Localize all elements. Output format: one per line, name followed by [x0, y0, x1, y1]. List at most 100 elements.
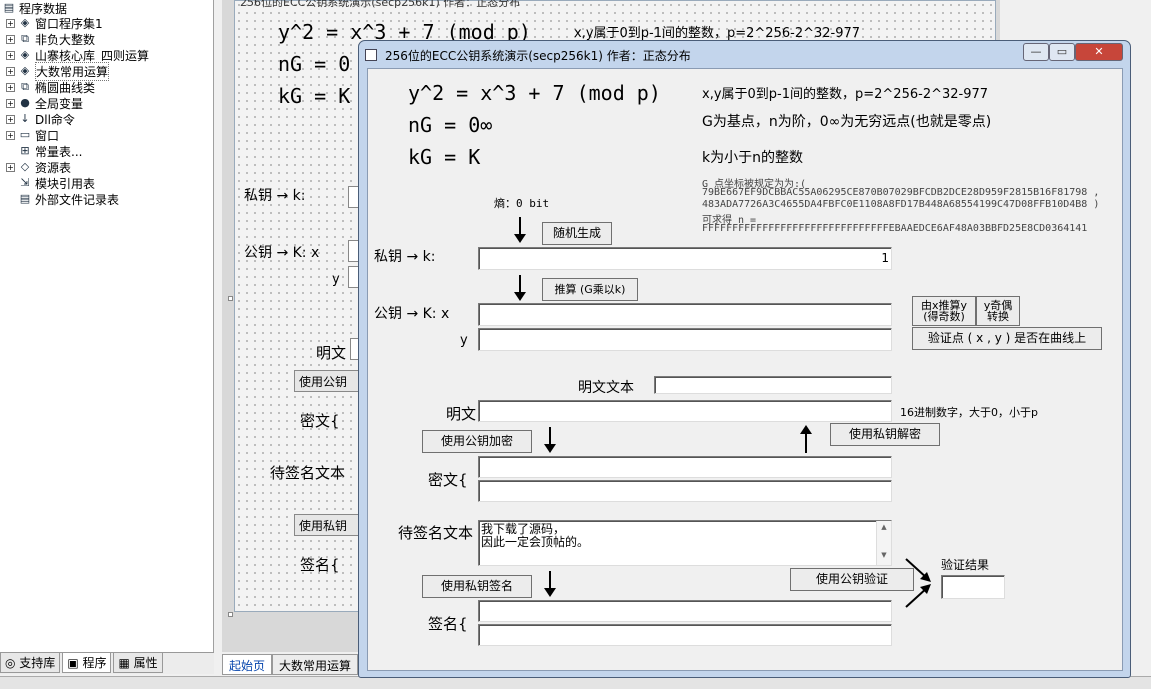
expand-icon[interactable]: + — [6, 98, 15, 108]
sign-button[interactable]: 使用私钥签名 — [422, 575, 532, 598]
plain-hex-input[interactable] — [478, 400, 892, 422]
designer-y-label: y — [332, 272, 340, 287]
tab-program[interactable]: ▣ 程序 — [62, 653, 112, 673]
random-generate-button[interactable]: 随机生成 — [542, 222, 612, 245]
tab-support-library[interactable]: ◎ 支持库 — [0, 653, 61, 673]
expand-icon[interactable]: + — [6, 66, 15, 76]
maximize-icon: ▭ — [1056, 45, 1068, 58]
designer-form-title: 256位的ECC公钥系统演示(secp256k1) 作者：正态分布 — [240, 0, 521, 9]
window-titlebar[interactable]: 256位的ECC公钥系统演示(secp256k1) 作者：正态分布 — [365, 45, 865, 65]
reference-icon: ⇲ — [20, 176, 30, 189]
equation-order: nG = 0∞ — [408, 113, 493, 137]
derive-pubkey-button[interactable]: 推算 (G乘以k) — [542, 278, 638, 301]
expand-icon[interactable]: + — [6, 50, 15, 60]
expand-icon[interactable]: + — [6, 34, 15, 44]
close-icon: ✕ — [1094, 45, 1104, 58]
note-k: k为小于n的整数 — [702, 150, 803, 166]
cipher-label: 密文{ — [428, 471, 468, 489]
window-title: 256位的ECC公钥系统演示(secp256k1) 作者：正态分布 — [385, 48, 691, 63]
minimize-button[interactable]: — — [1023, 43, 1049, 61]
module-icon: ◈ — [20, 64, 30, 77]
close-button[interactable]: ✕ — [1075, 43, 1123, 61]
plaintext-label: 明文文本 — [578, 380, 634, 396]
tab-bignum-ops[interactable]: 大数常用运算 — [272, 654, 359, 675]
expand-icon[interactable]: + — [6, 82, 15, 92]
down-arrow-icon — [514, 275, 526, 301]
note-field: x,y属于0到p-1间的整数，p=2^256-2^32-977 — [702, 87, 989, 102]
n-value: FFFFFFFFFFFFFFFFFFFFFFFFFFFFFFFEBAAEDCE6… — [702, 223, 1088, 234]
sign-text-area[interactable]: 我下载了源码， 因此一定会顶帖的。 — [478, 520, 892, 566]
tab-start-page[interactable]: 起始页 — [222, 654, 273, 675]
class-icon: ⧉ — [21, 32, 29, 45]
class-icon: ⧉ — [21, 80, 29, 93]
left-panel-tabs: ◎ 支持库 ▣ 程序 ▦ 属性 — [0, 652, 214, 674]
sign-text-scrollbar[interactable]: ▲ ▼ — [876, 521, 891, 565]
designer-plain-label: 明文 — [316, 344, 347, 362]
ecc-demo-window: 256位的ECC公钥系统演示(secp256k1) 作者：正态分布 — ▭ ✕ … — [358, 40, 1131, 678]
tree-item[interactable]: + ↓ Dll命令 — [6, 111, 75, 127]
tree-item[interactable]: + ◈ 大数常用运算 — [6, 61, 110, 81]
program-icon: ▣ — [67, 655, 83, 670]
tree-item[interactable]: + ● 全局变量 — [6, 95, 83, 111]
tree-item[interactable]: ▤ 外部文件记录表 — [6, 191, 119, 207]
designer-cipher-label: 密文{ — [300, 412, 340, 430]
equation-curve: y^2 = x^3 + 7 (mod p) — [408, 81, 661, 105]
decrypt-button[interactable]: 使用私钥解密 — [830, 423, 940, 446]
maximize-button[interactable]: ▭ — [1049, 43, 1075, 61]
pubkey-y-input[interactable] — [478, 328, 892, 351]
project-tree[interactable]: ▤ 程序数据 + ◈ 窗口程序集1 + ⧉ 非负大整数 + ◈ 山寨核心库_四则运算 + ◈ 大数… — [0, 0, 214, 652]
module-icon: ◈ — [20, 48, 30, 61]
tree-item[interactable]: + ▭ 窗口 — [6, 127, 59, 143]
down-arrow-icon — [544, 571, 556, 597]
tab-properties[interactable]: ▦ 属性 — [113, 653, 163, 673]
tree-item[interactable]: + ◈ 窗口程序集1 — [6, 15, 103, 31]
privkey-label: 私钥 → k: — [374, 249, 436, 265]
plain-hex-label: 明文 — [446, 405, 477, 423]
designer-eq1-note: x,y属于0到p-1间的整数，p=2^256-2^32-977 — [574, 26, 861, 41]
down-arrow-icon — [514, 217, 526, 243]
signature-input-2[interactable] — [478, 624, 892, 646]
signature-label: 签名{ — [428, 615, 468, 633]
tree-item[interactable]: + ⧉ 非负大整数 — [6, 31, 95, 47]
y-parity-button[interactable]: y奇偶 转换 — [976, 296, 1020, 326]
verify-result-field — [941, 575, 1005, 599]
pubkey-x-input[interactable] — [478, 303, 892, 326]
dll-icon: ↓ — [20, 112, 30, 125]
designer-use-priv-button[interactable]: 使用私钥 — [294, 514, 360, 536]
designer-eq2: nG = 0 — [278, 52, 351, 76]
plain-hint: 16进制数字，大于0，小于p — [900, 406, 1038, 419]
expand-icon[interactable]: + — [6, 114, 15, 124]
minimize-icon: — — [1030, 45, 1042, 58]
cipher-input-2[interactable] — [478, 480, 892, 502]
plaintext-input[interactable] — [654, 376, 892, 394]
tree-item[interactable]: ⇲ 模块引用表 — [6, 175, 95, 191]
g-x: 79BE667EF9DCBBAC55A06295CE870B07029BFCDB… — [702, 187, 1100, 198]
signature-input-1[interactable] — [478, 600, 892, 622]
designer-use-pub-button[interactable]: 使用公钥 — [294, 370, 360, 392]
window-icon: ▭ — [19, 128, 31, 141]
scroll-up-icon[interactable]: ▲ — [877, 523, 891, 531]
file-icon: ▤ — [19, 192, 31, 205]
window-app-icon — [365, 49, 377, 61]
designer-resize-handle[interactable] — [228, 612, 233, 617]
cipher-input-1[interactable] — [478, 456, 892, 478]
expand-icon[interactable]: + — [6, 18, 15, 28]
derive-y-button[interactable]: 由x推算y (得奇数) — [912, 296, 976, 326]
pubkey-label: 公钥 → K: x — [374, 306, 450, 322]
verify-signature-button[interactable]: 使用公钥验证 — [790, 568, 914, 591]
window-client: y^2 = x^3 + 7 (mod p) nG = 0∞ kG = K x,y… — [367, 68, 1123, 671]
privkey-input[interactable]: 1 — [478, 247, 892, 270]
designer-eq3: kG = K — [278, 84, 351, 108]
tree-item[interactable]: ⊞ 常量表... — [6, 143, 82, 159]
tree-item[interactable]: + ◇ 资源表 — [6, 159, 71, 175]
expand-icon[interactable]: + — [6, 130, 15, 140]
encrypt-button[interactable]: 使用公钥加密 — [422, 430, 532, 453]
expand-icon[interactable]: + — [6, 162, 15, 172]
scroll-down-icon[interactable]: ▼ — [877, 551, 891, 559]
equation-pubkey: kG = K — [408, 145, 481, 169]
tree-item[interactable]: + ⧉ 椭圆曲线类 — [6, 79, 95, 95]
designer-resize-handle[interactable] — [228, 296, 233, 301]
verify-result-label: 验证结果 — [941, 558, 990, 572]
verify-point-button[interactable]: 验证点 ( x , y ) 是否在曲线上 — [912, 327, 1102, 350]
designer-sign-text-label: 待签名文本 — [270, 464, 346, 482]
